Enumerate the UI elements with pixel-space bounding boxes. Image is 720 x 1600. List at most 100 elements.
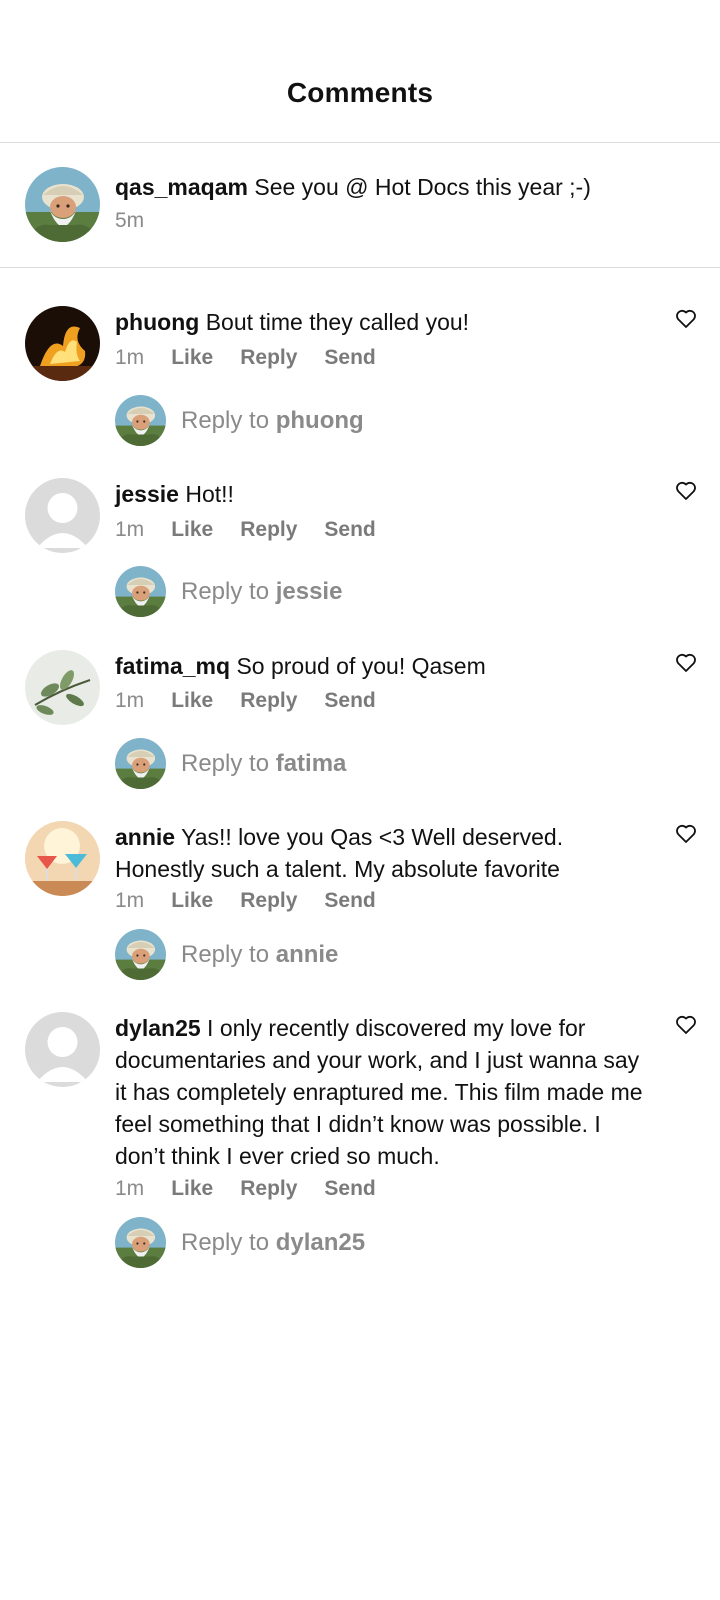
avatar[interactable] bbox=[25, 650, 100, 725]
reply-button[interactable]: Reply bbox=[240, 1177, 297, 1201]
caption-body: See you @ Hot Docs this year ;-) bbox=[254, 174, 591, 200]
reply-placeholder: Reply to jessie bbox=[181, 578, 342, 606]
heart-icon bbox=[676, 309, 696, 328]
like-button[interactable]: Like bbox=[171, 689, 213, 713]
reply-input[interactable]: Reply to annie bbox=[115, 929, 338, 980]
caption-username[interactable]: qas_maqam bbox=[115, 174, 248, 200]
like-heart-button[interactable] bbox=[674, 821, 698, 845]
avatar bbox=[115, 929, 166, 980]
comment-meta: 1m Like Reply Send bbox=[115, 889, 376, 913]
header: Comments bbox=[0, 0, 720, 143]
reply-button[interactable]: Reply bbox=[240, 689, 297, 713]
avatar[interactable] bbox=[25, 821, 100, 896]
plant-avatar-icon bbox=[25, 650, 100, 725]
reply-target: fatima bbox=[275, 749, 347, 777]
heart-icon bbox=[676, 653, 696, 672]
comment-username[interactable]: phuong bbox=[115, 309, 199, 335]
reply-target: phuong bbox=[275, 406, 364, 434]
avatar[interactable] bbox=[25, 478, 100, 553]
reply-prefix: Reply to bbox=[181, 1228, 270, 1256]
sage-portrait-icon bbox=[115, 929, 166, 980]
reply-placeholder: Reply to dylan25 bbox=[181, 1229, 365, 1257]
heart-icon bbox=[676, 824, 696, 843]
comment-time: 1m bbox=[115, 346, 145, 369]
sage-portrait-icon bbox=[115, 395, 166, 446]
default-user-icon bbox=[25, 478, 100, 553]
send-button[interactable]: Send bbox=[324, 1177, 375, 1201]
comment-meta: 1m Like Reply Send bbox=[115, 1177, 376, 1201]
comment-text: annie Yas!! love you Qas <3 Well deserve… bbox=[115, 821, 655, 885]
default-user-icon bbox=[25, 1012, 100, 1087]
comment-meta: 1m Like Reply Send bbox=[115, 689, 376, 713]
reply-input[interactable]: Reply to dylan25 bbox=[115, 1217, 365, 1268]
drinks-avatar-icon bbox=[25, 821, 100, 896]
comment-time: 1m bbox=[115, 1177, 145, 1200]
reply-button[interactable]: Reply bbox=[240, 889, 297, 913]
avatar[interactable] bbox=[25, 306, 100, 381]
comment-body: Hot!! bbox=[185, 481, 234, 507]
comment-meta: 1m Like Reply Send bbox=[115, 346, 376, 370]
like-heart-button[interactable] bbox=[674, 650, 698, 674]
like-heart-button[interactable] bbox=[674, 1012, 698, 1036]
comment-body: Yas!! love you Qas <3 Well deserved. Hon… bbox=[115, 824, 564, 882]
reply-placeholder: Reply to fatima bbox=[181, 750, 346, 778]
comment-time: 1m bbox=[115, 689, 145, 712]
like-button[interactable]: Like bbox=[171, 1177, 213, 1201]
reply-prefix: Reply to bbox=[181, 940, 270, 968]
reply-prefix: Reply to bbox=[181, 577, 270, 605]
like-button[interactable]: Like bbox=[171, 346, 213, 370]
reply-button[interactable]: Reply bbox=[240, 518, 297, 542]
reply-button[interactable]: Reply bbox=[240, 346, 297, 370]
avatar bbox=[115, 1217, 166, 1268]
reply-input[interactable]: Reply to phuong bbox=[115, 395, 364, 446]
heart-icon bbox=[676, 481, 696, 500]
sage-portrait-icon bbox=[25, 167, 100, 242]
caption-text: qas_maqam See you @ Hot Docs this year ;… bbox=[115, 171, 655, 203]
send-button[interactable]: Send bbox=[324, 689, 375, 713]
like-heart-button[interactable] bbox=[674, 306, 698, 330]
reply-prefix: Reply to bbox=[181, 749, 270, 777]
sage-portrait-icon bbox=[115, 1217, 166, 1268]
like-button[interactable]: Like bbox=[171, 518, 213, 542]
comment-text: jessie Hot!! bbox=[115, 478, 655, 510]
caption-time: 5m bbox=[115, 209, 145, 232]
post-caption: qas_maqam See you @ Hot Docs this year ;… bbox=[0, 143, 720, 268]
reply-target: annie bbox=[275, 940, 339, 968]
comment-username[interactable]: annie bbox=[115, 824, 175, 850]
comment-text: dylan25 I only recently discovered my lo… bbox=[115, 1012, 655, 1172]
page-title: Comments bbox=[286, 77, 434, 108]
reply-input[interactable]: Reply to jessie bbox=[115, 566, 342, 617]
send-button[interactable]: Send bbox=[324, 346, 375, 370]
heart-icon bbox=[676, 1015, 696, 1034]
fire-avatar-icon bbox=[25, 306, 100, 381]
comment-username[interactable]: fatima_mq bbox=[115, 653, 230, 679]
sage-portrait-icon bbox=[115, 566, 166, 617]
comment-time: 1m bbox=[115, 518, 145, 541]
avatar[interactable] bbox=[25, 1012, 100, 1087]
comment-text: phuong Bout time they called you! bbox=[115, 306, 655, 338]
reply-input[interactable]: Reply to fatima bbox=[115, 738, 346, 789]
reply-target: jessie bbox=[275, 577, 343, 605]
like-heart-button[interactable] bbox=[674, 478, 698, 502]
send-button[interactable]: Send bbox=[324, 518, 375, 542]
reply-placeholder: Reply to annie bbox=[181, 941, 338, 969]
comment-meta: 1m Like Reply Send bbox=[115, 518, 376, 542]
reply-target: dylan25 bbox=[275, 1228, 366, 1256]
sage-portrait-icon bbox=[115, 738, 166, 789]
avatar bbox=[115, 566, 166, 617]
comment-username[interactable]: jessie bbox=[115, 481, 179, 507]
caption-meta: 5m bbox=[115, 209, 144, 233]
avatar bbox=[115, 395, 166, 446]
comment-body: Bout time they called you! bbox=[205, 309, 470, 335]
like-button[interactable]: Like bbox=[171, 889, 213, 913]
avatar bbox=[115, 738, 166, 789]
comment-body: So proud of you! Qasem bbox=[236, 653, 486, 679]
reply-prefix: Reply to bbox=[181, 406, 270, 434]
comment-username[interactable]: dylan25 bbox=[115, 1015, 201, 1041]
comment-text: fatima_mq So proud of you! Qasem bbox=[115, 650, 655, 682]
avatar[interactable] bbox=[25, 167, 100, 242]
comments-screen: Comments qas_maqam See you @ Hot Docs th… bbox=[0, 0, 720, 1600]
comment-time: 1m bbox=[115, 889, 145, 912]
send-button[interactable]: Send bbox=[324, 889, 375, 913]
reply-placeholder: Reply to phuong bbox=[181, 407, 364, 435]
